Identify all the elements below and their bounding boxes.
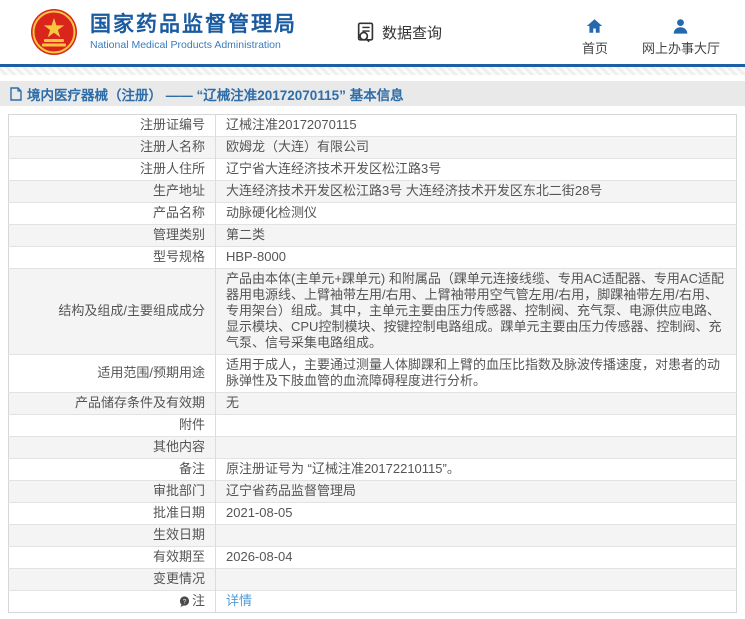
row-label: 管理类别 — [9, 225, 216, 247]
row-value: 2021-08-05 — [216, 503, 737, 525]
row-label: 生效日期 — [9, 525, 216, 547]
table-row: 变更情况 — [9, 569, 737, 591]
row-label: 有效期至 — [9, 547, 216, 569]
nav-online-hall[interactable]: 网上办事大厅 — [642, 18, 720, 57]
table-row: 备注 原注册证号为 “辽械注准20172210115”。 — [9, 459, 737, 481]
row-value: HBP-8000 — [216, 247, 737, 269]
nav-online-hall-label: 网上办事大厅 — [642, 38, 720, 57]
table-row: 产品储存条件及有效期 无 — [9, 393, 737, 415]
brand-title-en: National Medical Products Administration — [90, 39, 297, 51]
row-value: 第二类 — [216, 225, 737, 247]
row-label: 附件 — [9, 415, 216, 437]
row-value: 动脉硬化检测仪 — [216, 203, 737, 225]
row-value: 辽宁省药品监督管理局 — [216, 481, 737, 503]
row-value — [216, 569, 737, 591]
row-label-note: ? 注 — [9, 591, 216, 613]
table-row: 附件 — [9, 415, 737, 437]
nav-data-query-label: 数据查询 — [382, 22, 442, 43]
row-value — [216, 525, 737, 547]
row-value — [216, 415, 737, 437]
table-row: 注册人住所 辽宁省大连经济技术开发区松江路3号 — [9, 159, 737, 181]
nav-home-label: 首页 — [582, 38, 608, 57]
table-row: 适用范围/预期用途 适用于成人，主要通过测量人体脚踝和上臂的血压比指数及脉波传播… — [9, 355, 737, 393]
row-label: 结构及组成/主要组成成分 — [9, 269, 216, 355]
page-title: 境内医疗器械（注册） —— “辽械注准20172070115” 基本信息 — [27, 84, 404, 104]
svg-text:?: ? — [183, 598, 187, 605]
row-value: 产品由本体(主单元+踝单元) 和附属品（踝单元连接线缆、专用AC适配器、专用AC… — [216, 269, 737, 355]
table-row: 审批部门 辽宁省药品监督管理局 — [9, 481, 737, 503]
row-label: 生产地址 — [9, 181, 216, 203]
row-label: 变更情况 — [9, 569, 216, 591]
table-row: 其他内容 — [9, 437, 737, 459]
table-row: 结构及组成/主要组成成分 产品由本体(主单元+踝单元) 和附属品（踝单元连接线缆… — [9, 269, 737, 355]
table-row: 型号规格 HBP-8000 — [9, 247, 737, 269]
user-icon — [672, 18, 689, 34]
page-title-bar: 境内医疗器械（注册） —— “辽械注准20172070115” 基本信息 — [0, 81, 745, 106]
data-query-icon — [355, 21, 377, 43]
table-row: 产品名称 动脉硬化检测仪 — [9, 203, 737, 225]
document-icon — [10, 87, 22, 101]
row-label: 适用范围/预期用途 — [9, 355, 216, 393]
row-label: 审批部门 — [9, 481, 216, 503]
row-label: 产品储存条件及有效期 — [9, 393, 216, 415]
note-bubble-icon: ? — [179, 596, 190, 607]
site-logo[interactable]: 国家药品监督管理局 National Medical Products Admi… — [30, 8, 297, 56]
row-value — [216, 437, 737, 459]
row-label: 注册人名称 — [9, 137, 216, 159]
row-label: 备注 — [9, 459, 216, 481]
table-row: 生效日期 — [9, 525, 737, 547]
table-row: 有效期至 2026-08-04 — [9, 547, 737, 569]
row-label: 注册人住所 — [9, 159, 216, 181]
row-value: 大连经济技术开发区松江路3号 大连经济技术开发区东北二街28号 — [216, 181, 737, 203]
header-quick-links: 首页 网上办事大厅 — [582, 8, 720, 57]
table-row: 注册证编号 辽械注准20172070115 — [9, 115, 737, 137]
nav-home[interactable]: 首页 — [582, 18, 608, 57]
row-label: 注册证编号 — [9, 115, 216, 137]
row-label: 型号规格 — [9, 247, 216, 269]
home-icon — [586, 18, 603, 34]
row-value-note: 详情 — [216, 591, 737, 613]
header-hatch-strip — [0, 67, 745, 75]
table-row: 批准日期 2021-08-05 — [9, 503, 737, 525]
row-label-note-text: 注 — [192, 593, 205, 608]
row-value: 原注册证号为 “辽械注准20172210115”。 — [216, 459, 737, 481]
table-row: 管理类别 第二类 — [9, 225, 737, 247]
row-value: 辽械注准20172070115 — [216, 115, 737, 137]
row-value: 2026-08-04 — [216, 547, 737, 569]
row-value: 适用于成人，主要通过测量人体脚踝和上臂的血压比指数及脉波传播速度，对患者的动脉弹… — [216, 355, 737, 393]
row-value: 欧姆龙（大连）有限公司 — [216, 137, 737, 159]
details-link[interactable]: 详情 — [226, 593, 252, 608]
row-label: 其他内容 — [9, 437, 216, 459]
table-row-note: ? 注 详情 — [9, 591, 737, 613]
registration-info-table: 注册证编号 辽械注准20172070115 注册人名称 欧姆龙（大连）有限公司 … — [8, 114, 737, 613]
site-header: 国家药品监督管理局 National Medical Products Admi… — [0, 0, 745, 64]
brand-title-cn: 国家药品监督管理局 — [90, 13, 297, 37]
brand-text: 国家药品监督管理局 National Medical Products Admi… — [90, 13, 297, 51]
registration-info-table-wrap: 注册证编号 辽械注准20172070115 注册人名称 欧姆龙（大连）有限公司 … — [8, 114, 737, 613]
table-row: 注册人名称 欧姆龙（大连）有限公司 — [9, 137, 737, 159]
nav-data-query[interactable]: 数据查询 — [355, 21, 442, 43]
national-emblem-icon — [30, 8, 78, 56]
table-row: 生产地址 大连经济技术开发区松江路3号 大连经济技术开发区东北二街28号 — [9, 181, 737, 203]
row-value: 辽宁省大连经济技术开发区松江路3号 — [216, 159, 737, 181]
row-value: 无 — [216, 393, 737, 415]
row-label: 批准日期 — [9, 503, 216, 525]
row-label: 产品名称 — [9, 203, 216, 225]
